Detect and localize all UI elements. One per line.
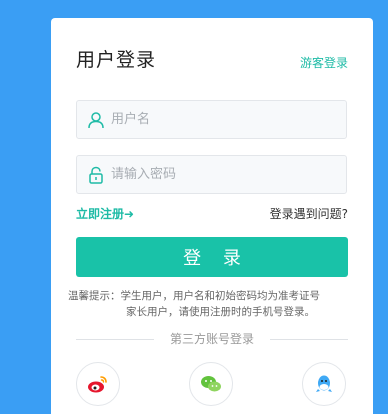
user-icon [87, 111, 105, 129]
username-field[interactable] [76, 100, 347, 139]
login-problem-link[interactable]: 登录遇到问题? [270, 205, 348, 222]
weibo-login-button[interactable] [76, 362, 120, 406]
login-tip: 温馨提示：学生用户，用户名和初始密码均为准考证号 家长用户，请使用注册时的手机号… [68, 288, 364, 320]
register-link[interactable]: 立即注册➜ [76, 205, 134, 222]
login-title: 用户登录 [76, 49, 157, 71]
lock-icon [87, 166, 105, 184]
username-input[interactable] [111, 101, 339, 138]
password-field[interactable] [76, 155, 347, 194]
tip-line-1: 温馨提示：学生用户，用户名和初始密码均为准考证号 [68, 290, 320, 302]
wechat-login-button[interactable] [189, 362, 233, 406]
guest-login-link[interactable]: 游客登录 [300, 54, 348, 71]
login-button[interactable]: 登 录 [76, 237, 348, 277]
wechat-icon [201, 376, 221, 392]
password-input[interactable] [111, 156, 339, 193]
divider-line-right [270, 339, 348, 340]
tip-line-2: 家长用户，请使用注册时的手机号登录。 [126, 306, 315, 318]
weibo-icon [88, 376, 107, 393]
login-card: 用户登录 游客登录 立即注册➜ 登录遇到问题? 登 录 温馨提示：学生用户，用户… [51, 18, 373, 414]
qq-icon [316, 375, 332, 392]
qq-login-button[interactable] [302, 362, 346, 406]
third-party-divider: 第三方账号登录 [76, 331, 348, 347]
